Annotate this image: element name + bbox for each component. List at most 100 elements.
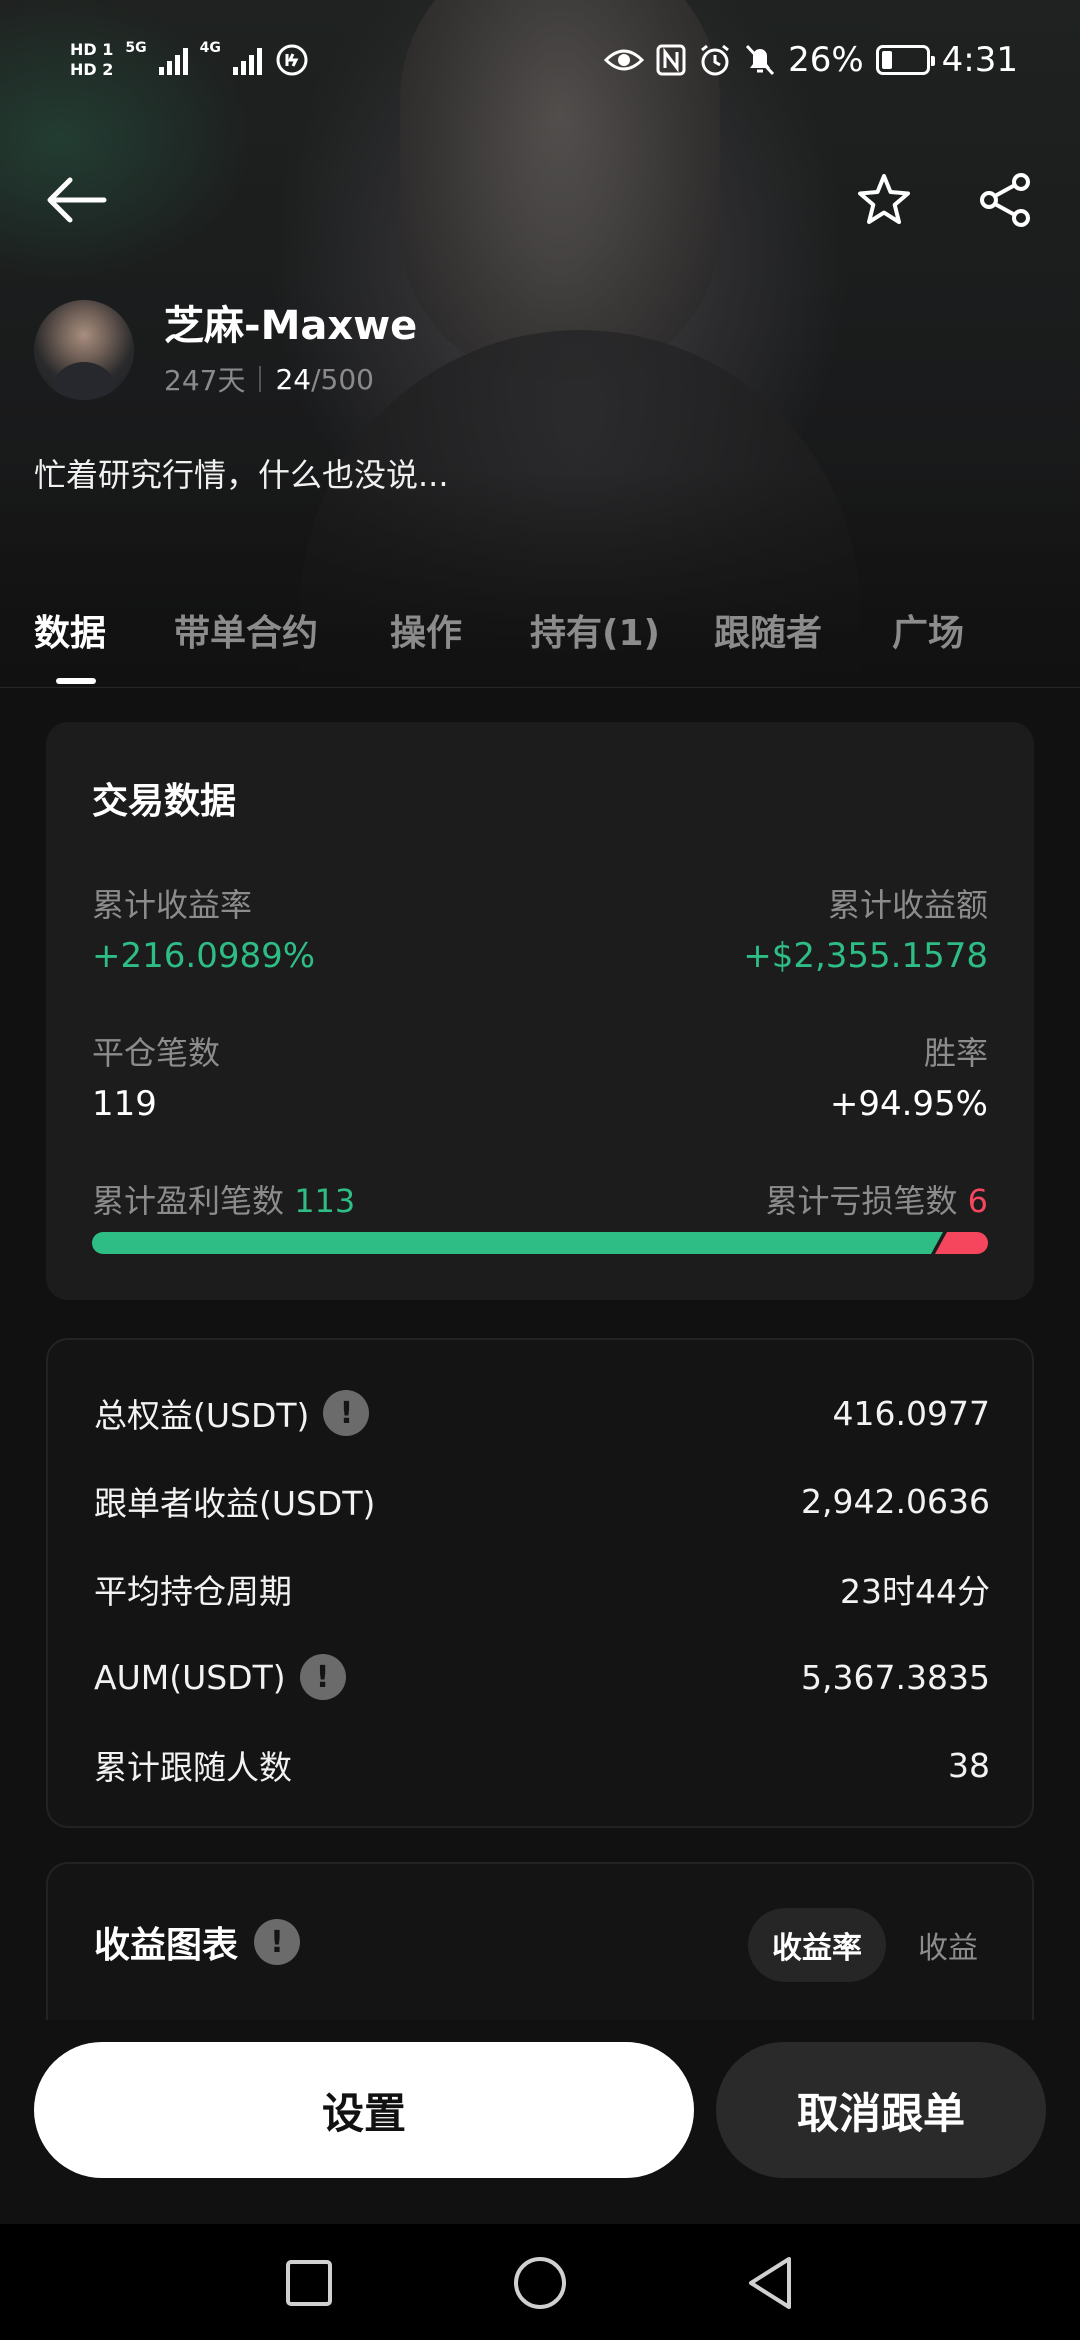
loss-count-value: 6 <box>967 1182 988 1220</box>
trader-profile: 芝麻-Maxwe 247天 24/500 <box>34 300 417 400</box>
win-segment <box>92 1232 943 1254</box>
profit-chart-title-wrap: 收益图表 ! <box>94 1916 301 1968</box>
win-rate-value: +94.95% <box>829 1084 988 1124</box>
clock: 4:31 <box>941 40 1018 80</box>
signal-icon <box>232 45 262 75</box>
loss-segment <box>935 1232 988 1254</box>
cum-return-value: +216.0989% <box>92 936 316 976</box>
win-count-label: 累计盈利笔数 <box>92 1182 285 1220</box>
tab-operations[interactable]: 操作 <box>390 604 462 656</box>
stat-row-equity: 总权益(USDT) ! 416.0977 <box>94 1388 990 1438</box>
win-loss-ratio-bar <box>92 1232 988 1254</box>
loss-count-label: 累计亏损笔数 <box>765 1182 958 1220</box>
settings-button[interactable]: 设置 <box>34 2042 694 2178</box>
tab-data[interactable]: 数据 <box>34 604 106 656</box>
stat-row-follower-profit: 跟单者收益(USDT) 2,942.0636 <box>94 1476 990 1526</box>
stat-label-wrap: 总权益(USDT) ! <box>94 1389 370 1437</box>
eye-icon <box>604 49 645 71</box>
cum-profit-value: +$2,355.1578 <box>743 936 988 976</box>
profile-meta: 247天 24/500 <box>164 359 417 399</box>
bottom-action-bar: 设置 取消跟单 <box>0 2020 1080 2220</box>
tab-followers[interactable]: 跟随者 <box>714 604 822 656</box>
recents-button[interactable] <box>274 2248 344 2318</box>
data-saver-icon <box>276 44 308 76</box>
loss-count: 累计亏损笔数 6 <box>765 1176 988 1222</box>
stat-label-wrap: AUM(USDT) ! <box>94 1654 346 1700</box>
avatar[interactable] <box>34 300 134 400</box>
alarm-icon <box>701 44 729 76</box>
stat-label: 累计跟随人数 <box>94 1748 292 1787</box>
signal-icon <box>158 45 188 75</box>
home-button[interactable] <box>505 2248 575 2318</box>
arrow-left-icon <box>47 177 107 223</box>
square-icon <box>286 2260 332 2306</box>
profile-info: 芝麻-Maxwe 247天 24/500 <box>164 301 417 399</box>
info-icon[interactable]: ! <box>299 1654 346 1700</box>
nfc-icon <box>656 44 686 76</box>
tab-square[interactable]: 广场 <box>892 604 964 656</box>
stat-label: 平均持仓周期 <box>94 1572 292 1611</box>
follower-capacity: 24/500 <box>275 363 374 396</box>
tab-bar: 数据 带单合约 操作 持有(1) 跟随者 广场 <box>0 596 1080 688</box>
toggle-profit[interactable]: 收益 <box>894 1908 1002 1982</box>
triangle-back-icon <box>749 2257 791 2309</box>
system-back-button[interactable] <box>736 2248 806 2318</box>
follower-current: 24 <box>275 362 312 396</box>
stat-label: 跟单者收益(USDT) <box>94 1484 376 1523</box>
status-bar: HD 1 HD 2 5G 4G 26% 4:31 <box>0 0 1080 120</box>
win-count: 累计盈利笔数 113 <box>92 1176 355 1222</box>
network-4g-label: 4G <box>199 40 221 56</box>
tab-lead-contracts[interactable]: 带单合约 <box>174 604 318 656</box>
share-button[interactable] <box>966 160 1046 240</box>
mute-bell-icon <box>745 44 775 76</box>
chart-mode-toggle: 收益率 收益 <box>748 1908 1002 1982</box>
active-tab-indicator <box>56 678 96 684</box>
trader-name: 芝麻-Maxwe <box>164 303 418 349</box>
circle-icon <box>514 2257 566 2309</box>
profit-chart-title: 收益图表 <box>94 1925 239 1966</box>
stat-label: 总权益(USDT) <box>94 1396 310 1435</box>
closed-trades-label: 平仓笔数 <box>92 1034 221 1072</box>
toggle-return-rate[interactable]: 收益率 <box>748 1908 886 1982</box>
stat-label: AUM(USDT) <box>94 1657 286 1697</box>
meta-divider <box>259 366 262 392</box>
stat-label-wrap: 累计跟随人数 <box>94 1741 292 1789</box>
trade-data-card: 交易数据 累计收益率 +216.0989% 累计收益额 +$2,355.1578… <box>46 722 1034 1300</box>
hd-indicator: HD 1 HD 2 <box>70 40 113 80</box>
info-icon[interactable]: ! <box>323 1390 370 1436</box>
battery-icon <box>875 45 935 75</box>
favorite-button[interactable] <box>844 160 924 240</box>
stat-value: 5,367.3835 <box>801 1657 990 1697</box>
stat-value: 23时44分 <box>840 1572 990 1611</box>
share-icon <box>980 173 1030 227</box>
hd1-label: HD 1 <box>70 40 114 59</box>
win-count-value: 113 <box>294 1182 356 1220</box>
status-bar-left: HD 1 HD 2 5G 4G <box>70 40 310 80</box>
stat-value: 2,942.0636 <box>801 1481 990 1521</box>
tab-holdings[interactable]: 持有(1) <box>530 604 660 656</box>
star-icon <box>858 174 910 224</box>
top-nav <box>0 160 1080 250</box>
stat-label-wrap: 平均持仓周期 <box>94 1565 292 1613</box>
cum-return-label: 累计收益率 <box>92 886 253 924</box>
win-rate-label: 胜率 <box>923 1034 988 1072</box>
stat-label-wrap: 跟单者收益(USDT) <box>94 1477 375 1525</box>
cum-profit-label: 累计收益额 <box>827 886 988 924</box>
status-bar-right: 26% 4:31 <box>604 40 1018 80</box>
stat-value: 38 <box>948 1745 990 1785</box>
account-stats-card: 总权益(USDT) ! 416.0977 跟单者收益(USDT) 2,942.0… <box>46 1338 1034 1828</box>
stat-row-total-followers: 累计跟随人数 38 <box>94 1740 990 1790</box>
follower-max: /500 <box>311 362 374 396</box>
stat-row-avg-holding: 平均持仓周期 23时44分 <box>94 1564 990 1614</box>
stat-row-aum: AUM(USDT) ! 5,367.3835 <box>94 1652 990 1702</box>
system-navigation-bar <box>0 2224 1080 2340</box>
cancel-copy-button[interactable]: 取消跟单 <box>716 2042 1046 2178</box>
trader-bio: 忙着研究行情，什么也没说... <box>34 456 449 494</box>
trading-days: 247天 <box>164 364 246 397</box>
stat-value: 416.0977 <box>832 1393 990 1433</box>
trade-data-title: 交易数据 <box>92 781 237 822</box>
info-icon[interactable]: ! <box>254 1919 301 1965</box>
battery-percent: 26% <box>788 40 864 80</box>
profit-chart-card: 收益图表 ! 收益率 收益 <box>46 1862 1034 2022</box>
back-button[interactable] <box>36 160 116 240</box>
